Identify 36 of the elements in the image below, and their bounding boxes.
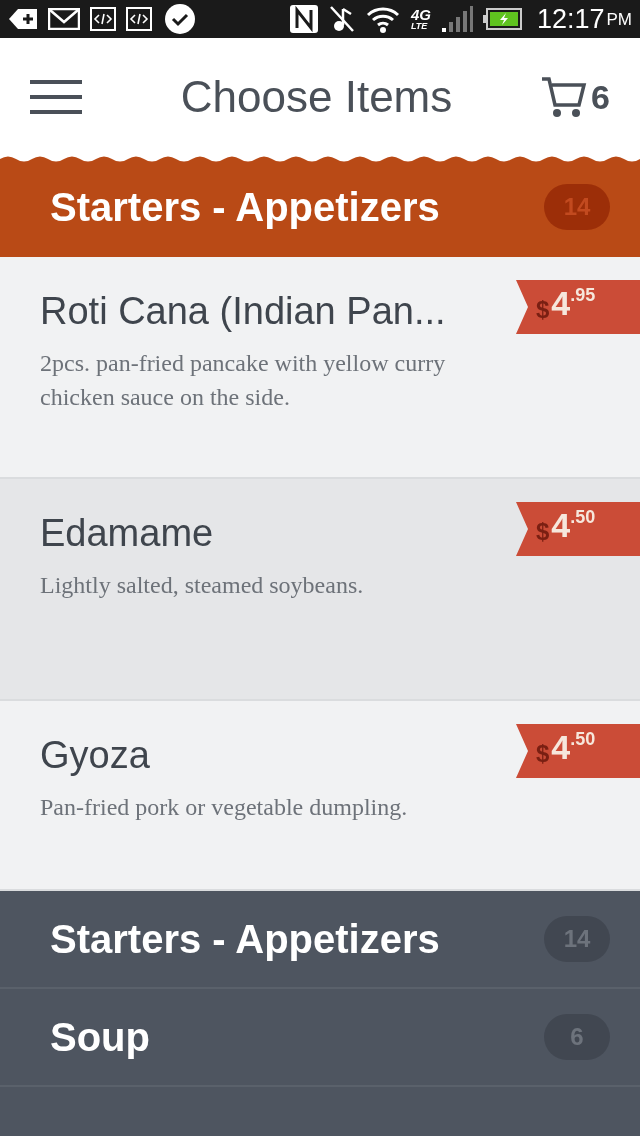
price-dollars: 4: [551, 730, 571, 764]
mail-icon: [48, 8, 80, 30]
cart-icon[interactable]: [541, 75, 588, 119]
item-name: Gyoza: [40, 733, 150, 778]
clock-time: 12:17: [536, 2, 605, 36]
code-icon: [126, 7, 152, 31]
price-dollars: 4: [551, 286, 571, 320]
wifi-icon: [364, 5, 401, 33]
network-subtype: LTE: [410, 22, 429, 31]
check-bubble-icon: [162, 3, 198, 35]
muted-music-icon: [328, 5, 355, 33]
item-name: Roti Cana (Indian Pan...: [40, 289, 446, 334]
add-tag-icon: [8, 8, 38, 30]
price-cents: .95: [570, 286, 596, 304]
signal-icon: [440, 6, 473, 32]
item-description: Lightly salted, steamed soybeans.: [40, 571, 365, 600]
clock-meridiem: PM: [606, 8, 632, 31]
network-type: 4G: [410, 7, 431, 22]
menu-icon[interactable]: [30, 80, 82, 114]
category-title: Starters - Appetizers: [50, 183, 441, 231]
price-currency: $: [536, 295, 550, 325]
item-name: Edamame: [40, 511, 214, 556]
price-currency: $: [536, 517, 550, 547]
item-description: 2pcs. pan-fried pancake with yellow curry chicken sauce on the side.: [40, 349, 447, 412]
cart-count: 6: [591, 76, 610, 118]
code-icon: [90, 7, 116, 31]
price-cents: .50: [570, 730, 596, 748]
category-name: Soup: [50, 1014, 151, 1061]
price-dollars: 4: [551, 508, 571, 542]
page-title: Choose Items: [179, 71, 454, 123]
category-name: Starters - Appetizers: [50, 916, 441, 963]
price-currency: $: [536, 739, 550, 769]
price-cents: .50: [570, 508, 596, 526]
nfc-icon: [288, 4, 319, 34]
item-description: Pan-fried pork or vegetable dumpling.: [40, 793, 409, 822]
charging-battery-icon: [482, 8, 523, 30]
